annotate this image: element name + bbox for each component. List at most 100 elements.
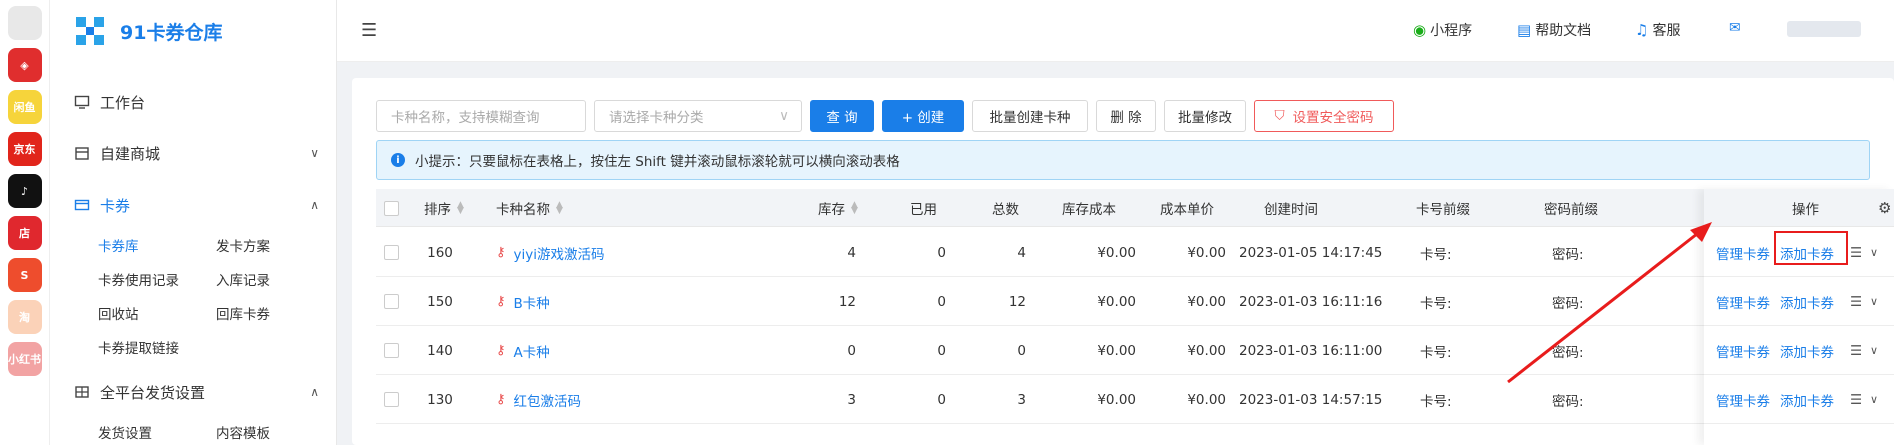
cell-stock-cost: ¥0.00 (1097, 244, 1136, 261)
chevron-down-icon[interactable]: ∨ (1870, 277, 1878, 326)
cell-unit-cost: ¥0.00 (1187, 342, 1226, 359)
cell-used: 0 (937, 293, 946, 310)
cell-name[interactable]: ⚷ 红包激活码 (496, 375, 581, 424)
cell-total: 0 (1017, 342, 1026, 359)
operations-cell: 管理卡券 添加卡券 ☰ ∨ (1704, 326, 1894, 375)
cell-created-time: 2023-01-03 16:11:16 (1239, 293, 1383, 310)
cell-created-time: 2023-01-03 16:11:00 (1239, 342, 1383, 359)
list-icon[interactable]: ☰ (1850, 375, 1862, 424)
headset-icon: ♫ (1635, 21, 1649, 39)
submenu-delivery-settings[interactable]: 发货设置 (98, 422, 152, 442)
list-icon[interactable]: ☰ (1850, 326, 1862, 375)
batch-edit-button[interactable]: 批量修改 (1164, 100, 1246, 132)
menu-platform[interactable]: 全平台发货设置 ∧ (50, 372, 337, 412)
app-icon-2[interactable]: ◈ (7, 48, 42, 82)
menu-card-label: 卡券 (100, 196, 131, 215)
menu-fold-icon[interactable]: ☰ (361, 20, 377, 41)
app-icon-1[interactable] (7, 6, 42, 40)
submenu-issue-plan[interactable]: 发卡方案 (216, 235, 270, 255)
app-title: 91卡券仓库 (120, 21, 223, 44)
avatar[interactable] (1787, 21, 1861, 37)
header-unit-cost: 成本单价 (1160, 202, 1214, 218)
logo-icon (76, 17, 104, 45)
app-icon-8[interactable]: 淘 (7, 300, 42, 334)
add-cards-link[interactable]: 添加卡券 (1780, 326, 1834, 375)
app-icon-9[interactable]: 小红书 (7, 342, 42, 376)
cell-card-prefix: 卡号: (1420, 344, 1452, 361)
store-icon (74, 145, 90, 161)
category-placeholder: 请选择卡种分类 (609, 110, 704, 126)
header-name[interactable]: 卡种名称 ▲ ▼ (496, 189, 563, 227)
cell-unit-cost: ¥0.00 (1187, 391, 1226, 408)
chevron-down-icon[interactable]: ∨ (1870, 326, 1878, 375)
cell-used: 0 (937, 342, 946, 359)
row-checkbox[interactable] (384, 326, 399, 375)
row-checkbox[interactable] (384, 375, 399, 424)
chevron-down-icon: ∨ (310, 146, 319, 160)
menu-card[interactable]: 卡券 ∧ (50, 185, 337, 225)
miniapp-link[interactable]: ◉ 小程序 (1413, 20, 1472, 40)
submenu-returned-cards[interactable]: 回库卡券 (216, 303, 270, 323)
card-name-link[interactable]: B卡种 (514, 292, 550, 312)
info-icon: i (391, 153, 405, 167)
sidebar: 91卡券仓库 工作台 自建商城 ∨ 卡券 ∧ 卡券库 发卡方案 卡券使用记录 入… (50, 0, 337, 445)
chevron-down-icon[interactable]: ∨ (1870, 375, 1878, 424)
submenu-recycle-bin[interactable]: 回收站 (98, 303, 139, 323)
list-icon[interactable]: ☰ (1850, 277, 1862, 326)
cell-name[interactable]: ⚷ B卡种 (496, 277, 550, 326)
add-cards-link[interactable]: 添加卡券 (1780, 277, 1834, 326)
header-created-time: 创建时间 (1264, 202, 1318, 218)
row-checkbox[interactable] (384, 277, 399, 326)
help-link[interactable]: ▤ 帮助文档 (1517, 20, 1591, 40)
card-name-link[interactable]: 红包激活码 (514, 390, 582, 410)
add-cards-link[interactable]: 添加卡券 (1780, 375, 1834, 424)
select-all-checkbox[interactable] (384, 189, 399, 227)
menu-mall[interactable]: 自建商城 ∨ (50, 133, 337, 173)
card-icon (74, 197, 90, 213)
service-link[interactable]: ♫ 客服 (1635, 20, 1680, 40)
cell-card-prefix: 卡号: (1420, 246, 1452, 263)
submenu-usage-record[interactable]: 卡券使用记录 (98, 269, 179, 289)
app-icon-6[interactable]: 店 (7, 216, 42, 250)
main-panel: 卡种名称，支持模糊查询 请选择卡种分类 ∨ 查 询 + 创建 批量创建卡种 删 … (352, 78, 1894, 445)
list-icon[interactable]: ☰ (1850, 228, 1862, 277)
annotation-arrow (1507, 222, 1712, 384)
cell-unit-cost: ¥0.00 (1187, 244, 1226, 261)
card-name-link[interactable]: A卡种 (514, 341, 550, 361)
mail-icon[interactable]: ✉ (1729, 20, 1741, 36)
category-select[interactable]: 请选择卡种分类 ∨ (594, 100, 802, 132)
key-icon: ⚷ (496, 343, 506, 358)
cell-sort: 130 (427, 391, 453, 408)
cell-stock-cost: ¥0.00 (1097, 391, 1136, 408)
submenu-extract-link[interactable]: 卡券提取链接 (98, 337, 179, 357)
key-icon: ⚷ (496, 294, 506, 309)
tip-text: 小提示：只要鼠标在表格上，按住左 Shift 键并滚动鼠标滚轮就可以横向滚动表格 (415, 154, 900, 170)
app-icon-3[interactable]: 闲鱼 (7, 90, 42, 124)
security-password-button[interactable]: ⛉ 设置安全密码 (1254, 100, 1394, 132)
gear-icon[interactable]: ⚙ (1878, 199, 1891, 217)
submenu-card-library[interactable]: 卡券库 (98, 235, 139, 255)
submenu-content-template[interactable]: 内容模板 (216, 422, 270, 442)
create-button[interactable]: + 创建 (882, 100, 964, 132)
row-checkbox[interactable] (384, 228, 399, 277)
header-sort[interactable]: 排序 ▲ ▼ (424, 189, 464, 227)
operations-cell: 管理卡券 添加卡券 ☰ ∨ (1704, 375, 1894, 424)
cell-name[interactable]: ⚷ yiyi游戏激活码 (496, 228, 605, 277)
search-input[interactable]: 卡种名称，支持模糊查询 (376, 100, 586, 132)
batch-create-button[interactable]: 批量创建卡种 (972, 100, 1088, 132)
header-stock[interactable]: 库存 ▲ ▼ (818, 189, 858, 227)
chevron-down-icon[interactable]: ∨ (1870, 228, 1878, 277)
submenu-stock-record[interactable]: 入库记录 (216, 269, 270, 289)
query-button[interactable]: 查 询 (810, 100, 874, 132)
app-icon-7[interactable]: S (7, 258, 42, 292)
menu-workbench[interactable]: 工作台 (50, 82, 337, 122)
cell-stock-cost: ¥0.00 (1097, 293, 1136, 310)
card-name-link[interactable]: yiyi游戏激活码 (514, 243, 605, 263)
cell-used: 0 (937, 391, 946, 408)
brand[interactable]: 91卡券仓库 (50, 0, 336, 62)
delete-button[interactable]: 删 除 (1096, 100, 1156, 132)
app-icon-5[interactable]: ♪ (7, 174, 42, 208)
cell-name[interactable]: ⚷ A卡种 (496, 326, 550, 375)
grid-icon (74, 384, 90, 400)
app-icon-4[interactable]: 京东 (7, 132, 42, 166)
